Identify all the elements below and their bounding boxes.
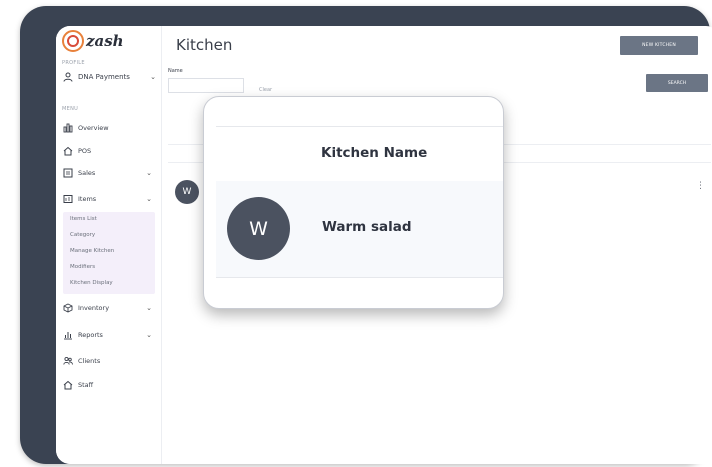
chevron-down-icon: ⌄: [146, 195, 152, 203]
table-row[interactable]: W Warm salad: [216, 181, 503, 278]
sidebar-item-label: Clients: [78, 357, 101, 365]
zoom-callout: Kitchen Name W Warm salad: [203, 96, 504, 309]
overview-icon: [62, 122, 74, 134]
submenu-item-items-list[interactable]: Items List: [70, 216, 97, 222]
sidebar-item-staff[interactable]: Staff: [62, 378, 154, 392]
more-options-icon[interactable]: ⋮: [696, 181, 705, 191]
logo-icon: [62, 30, 84, 52]
business-name: DNA Payments: [78, 73, 130, 81]
sidebar-item-label: Reports: [78, 331, 103, 339]
sidebar: zash PROFILE DNA Payments ⌄ MENU Overvie…: [56, 26, 162, 464]
submenu-item-manage-kitchen[interactable]: Manage Kitchen: [70, 248, 114, 254]
logo-text: zash: [86, 32, 124, 50]
submenu-item-category[interactable]: Category: [70, 232, 95, 238]
chevron-down-icon: ⌄: [146, 331, 152, 339]
items-submenu: Items List Category Manage Kitchen Modif…: [63, 212, 155, 294]
business-selector[interactable]: DNA Payments ⌄: [62, 70, 156, 84]
sidebar-item-pos[interactable]: POS: [62, 144, 154, 158]
sidebar-item-items[interactable]: Items ⌄: [62, 192, 154, 206]
reports-icon: [62, 329, 74, 341]
search-button[interactable]: SEARCH: [646, 74, 708, 92]
avatar: W: [175, 180, 199, 204]
sidebar-item-label: Staff: [78, 381, 94, 389]
name-filter-label: Name: [168, 68, 183, 74]
user-icon: [62, 71, 74, 83]
chevron-down-icon: ⌄: [150, 73, 156, 81]
section-label-profile: PROFILE: [62, 60, 85, 66]
sidebar-item-reports[interactable]: Reports ⌄: [62, 328, 154, 342]
chevron-down-icon: ⌄: [146, 169, 152, 177]
chevron-down-icon: ⌄: [146, 304, 152, 312]
sidebar-item-label: Items: [78, 195, 97, 203]
clients-icon: [62, 355, 74, 367]
items-icon: [62, 193, 74, 205]
kitchen-name: Warm salad: [322, 219, 412, 235]
sidebar-item-inventory[interactable]: Inventory ⌄: [62, 301, 154, 315]
new-kitchen-button[interactable]: NEW KITCHEN: [620, 36, 698, 55]
submenu-item-kitchen-display[interactable]: Kitchen Display: [70, 280, 113, 286]
sidebar-item-label: Inventory: [78, 304, 110, 312]
name-filter-input[interactable]: [168, 78, 244, 93]
page-title: Kitchen: [176, 36, 233, 54]
column-header-kitchen-name: Kitchen Name: [321, 145, 428, 161]
staff-icon: [62, 379, 74, 391]
sidebar-item-label: Sales: [78, 169, 96, 177]
inventory-icon: [62, 302, 74, 314]
sidebar-item-label: POS: [78, 147, 92, 155]
popup-table-header: Kitchen Name: [216, 126, 503, 182]
sidebar-item-overview[interactable]: Overview: [62, 121, 154, 135]
sidebar-item-clients[interactable]: Clients: [62, 354, 154, 368]
clear-link[interactable]: Clear: [259, 87, 272, 93]
logo: zash: [62, 30, 124, 52]
sidebar-item-sales[interactable]: Sales ⌄: [62, 166, 154, 180]
section-label-menu: MENU: [62, 106, 79, 112]
avatar: W: [227, 197, 290, 260]
sidebar-item-label: Overview: [78, 124, 109, 132]
home-icon: [62, 145, 74, 157]
submenu-item-modifiers[interactable]: Modifiers: [70, 264, 95, 270]
sales-icon: [62, 167, 74, 179]
